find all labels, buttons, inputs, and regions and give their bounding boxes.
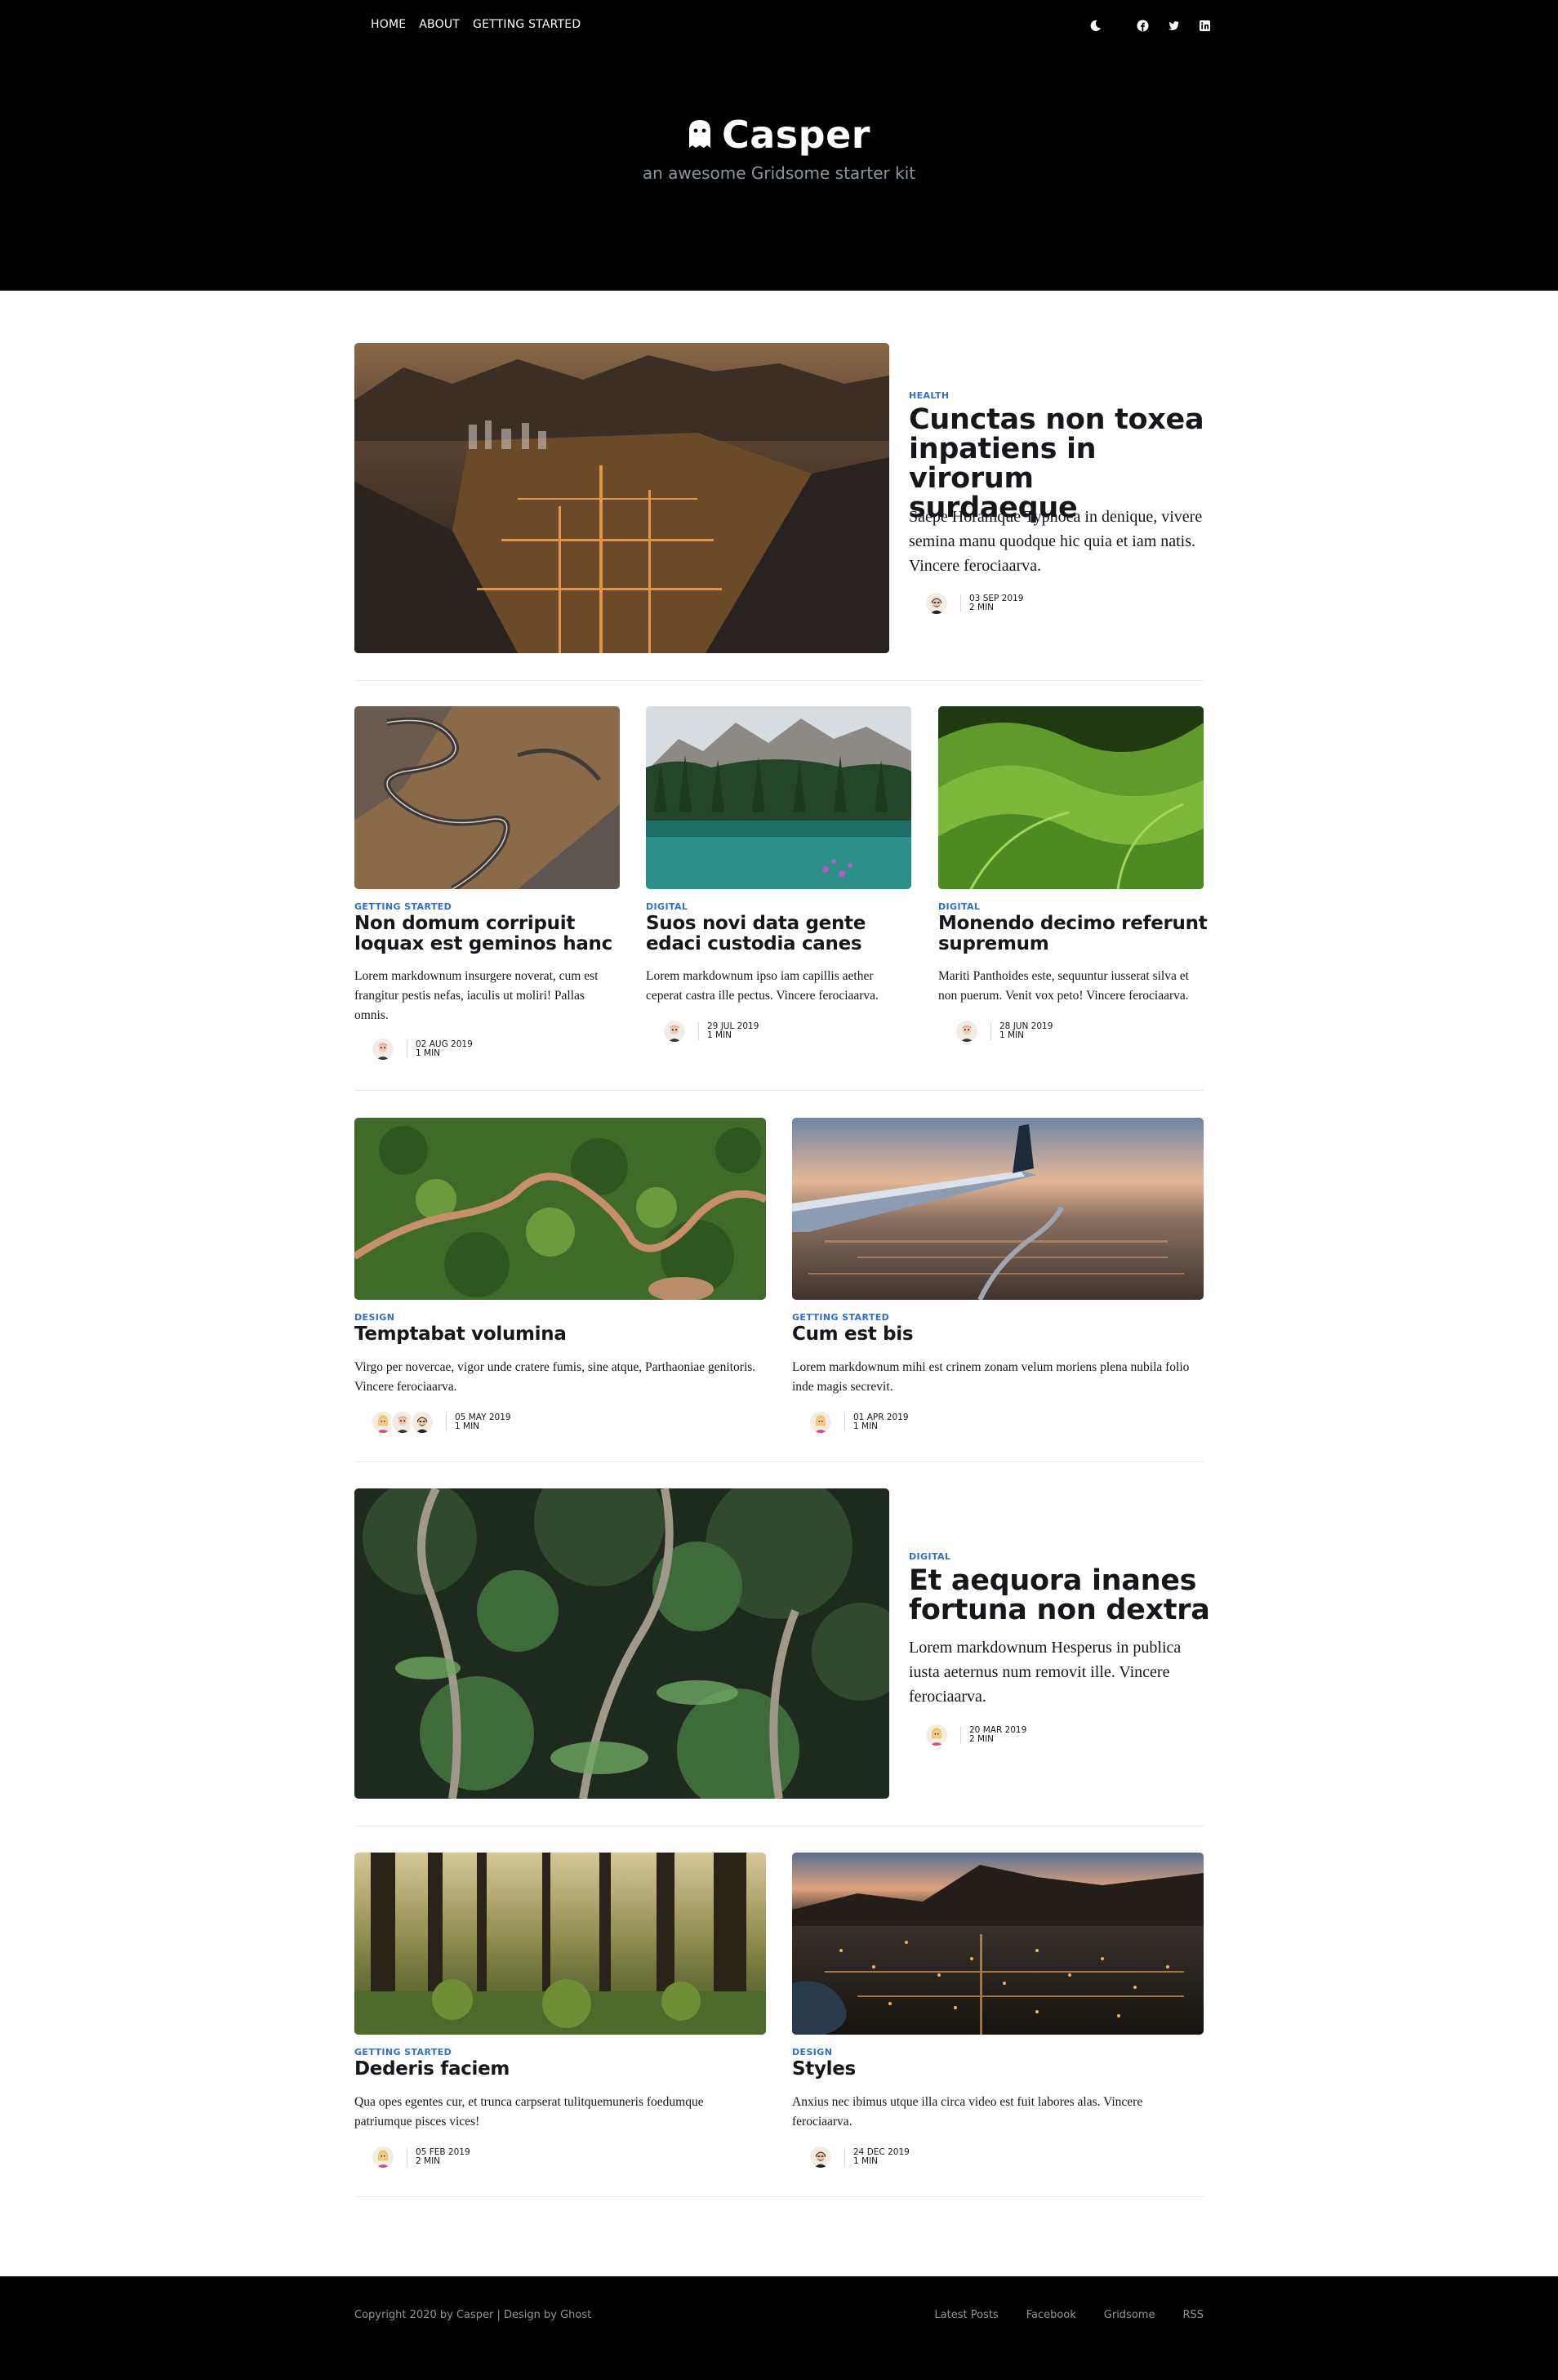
author-avatar[interactable] [371, 2145, 395, 2169]
section-divider [354, 1090, 1204, 1091]
footer-copyright: Copyright 2020 by Casper | Design by Gho… [354, 2309, 592, 2321]
post-title[interactable]: Suos novi data gente edaci custodia cane… [646, 914, 915, 954]
site-footer: Copyright 2020 by Casper | Design by Gho… [0, 2276, 1558, 2380]
post-image-city-lights-dusk[interactable] [792, 1853, 1204, 2035]
nav-home-link[interactable]: HOME [371, 18, 406, 31]
post-tag[interactable]: GETTING STARTED [354, 901, 452, 912]
footer-nav: Latest Posts Facebook Gridsome RSS [934, 2309, 1204, 2321]
post-meta: 03 SEP 2019 2 MIN [924, 591, 1023, 616]
nav-actions [1086, 16, 1213, 34]
footer-link-rss[interactable]: RSS [1182, 2309, 1204, 2321]
post-reading-time: 2 MIN [416, 2156, 441, 2166]
post-date-readtime: 02 AUG 2019 1 MIN [407, 1040, 473, 1058]
author-avatar[interactable] [924, 591, 949, 616]
post-title[interactable]: Et aequora inanes fortuna non dextra [909, 1566, 1211, 1625]
post-title[interactable]: Cum est bis [792, 1324, 1200, 1345]
ghost-logo-icon [688, 120, 712, 149]
post-reading-time: 1 MIN [853, 1421, 879, 1431]
post-date-readtime: 28 JUN 2019 1 MIN [990, 1022, 1053, 1040]
post-meta: 01 APR 2019 1 MIN [808, 1410, 909, 1435]
post-tag[interactable]: DIGITAL [938, 901, 980, 912]
post-tag[interactable]: DESIGN [354, 1312, 394, 1323]
post-title[interactable]: Non domum corripuit loquax est geminos h… [354, 914, 624, 954]
post-excerpt: Anxius nec ibimus utque illa circa video… [792, 2095, 1143, 2129]
post-image-mountain-lake[interactable] [646, 706, 911, 889]
post-image-city-valley-night[interactable] [354, 343, 889, 653]
post-tag[interactable]: HEALTH [909, 390, 950, 401]
twitter-icon[interactable] [1164, 16, 1182, 34]
footer-link-latest-posts[interactable]: Latest Posts [934, 2309, 998, 2321]
post-image-winding-road[interactable] [354, 706, 620, 889]
site-description: an awesome Gridsome starter kit [642, 163, 916, 183]
post-date-readtime: 20 MAR 2019 2 MIN [960, 1726, 1026, 1744]
site-header: HOME ABOUT GETTING STARTED Casper an awe… [0, 0, 1558, 291]
section-divider [354, 2196, 1204, 2197]
footer-link-gridsome[interactable]: Gridsome [1104, 2309, 1155, 2321]
footer-link-facebook[interactable]: Facebook [1026, 2309, 1076, 2321]
post-tag[interactable]: DESIGN [792, 2047, 832, 2057]
post-reading-time: 1 MIN [999, 1030, 1025, 1040]
post-meta: 05 MAY 2019 1 MIN [371, 1410, 511, 1435]
site-brand: Casper [0, 113, 1558, 157]
post-reading-time: 1 MIN [455, 1421, 480, 1431]
post-excerpt: Mariti Panthoides este, sequuntur iusser… [938, 969, 1189, 1003]
post-title[interactable]: Temptabat volumina [354, 1324, 763, 1345]
main-nav: HOME ABOUT GETTING STARTED [371, 18, 581, 31]
post-reading-time: 1 MIN [707, 1030, 732, 1040]
post-reading-time: 1 MIN [853, 2156, 879, 2166]
post-reading-time: 2 MIN [969, 603, 995, 612]
post-date-readtime: 03 SEP 2019 2 MIN [960, 594, 1023, 612]
post-date-readtime: 05 MAY 2019 1 MIN [446, 1413, 511, 1431]
post-excerpt: Lorem markdownum mihi est crinem zonam v… [792, 1360, 1190, 1394]
post-meta: 29 JUL 2019 1 MIN [662, 1019, 759, 1043]
post-image-forest-road-aerial[interactable] [354, 1118, 766, 1300]
post-excerpt: Lorem markdownum Hesperus in publica ius… [909, 1639, 1182, 1706]
post-date-readtime: 29 JUL 2019 1 MIN [698, 1022, 759, 1040]
author-avatar[interactable] [808, 2145, 833, 2169]
post-image-jungle[interactable] [354, 1488, 889, 1799]
post-tag[interactable]: GETTING STARTED [792, 1312, 889, 1323]
post-reading-time: 1 MIN [416, 1048, 441, 1058]
facebook-icon[interactable] [1133, 16, 1151, 34]
post-meta: 02 AUG 2019 1 MIN [371, 1037, 473, 1061]
post-excerpt: Saepe Horamque Typhoea in denique, viver… [909, 508, 1203, 575]
post-excerpt: Virgo per novercae, vigor unde cratere f… [354, 1360, 756, 1394]
linkedin-icon[interactable] [1195, 16, 1213, 34]
post-title[interactable]: Monendo decimo referunt supremum [938, 914, 1208, 954]
section-divider [354, 680, 1204, 681]
post-title[interactable]: Dederis faciem [354, 2059, 763, 2080]
post-meta: 05 FEB 2019 2 MIN [371, 2145, 470, 2169]
author-avatar[interactable] [955, 1019, 979, 1043]
author-avatar[interactable] [410, 1410, 434, 1435]
post-image-green-hills[interactable] [938, 706, 1204, 889]
author-avatar[interactable] [371, 1037, 395, 1061]
section-divider [354, 1461, 1204, 1462]
post-meta: 24 DEC 2019 1 MIN [808, 2145, 910, 2169]
post-meta: 28 JUN 2019 1 MIN [955, 1019, 1053, 1043]
post-tag[interactable]: GETTING STARTED [354, 2047, 452, 2057]
post-date-readtime: 24 DEC 2019 1 MIN [844, 2148, 910, 2166]
nav-getting-started-link[interactable]: GETTING STARTED [473, 18, 581, 31]
post-tag[interactable]: DIGITAL [909, 1551, 950, 1562]
author-avatar[interactable] [924, 1723, 949, 1747]
post-excerpt: Qua opes egentes cur, et trunca carpsera… [354, 2095, 704, 2129]
nav-about-link[interactable]: ABOUT [419, 18, 460, 31]
post-excerpt: Lorem markdownum insurgere noverat, cum … [354, 969, 599, 1022]
author-avatar[interactable] [808, 1410, 833, 1435]
site-title[interactable]: Casper [722, 113, 870, 157]
author-avatar[interactable] [662, 1019, 687, 1043]
post-excerpt: Lorem markdownum ipso iam capillis aethe… [646, 969, 879, 1003]
post-date-readtime: 01 APR 2019 1 MIN [844, 1413, 909, 1431]
post-reading-time: 2 MIN [969, 1734, 995, 1744]
post-tag[interactable]: DIGITAL [646, 901, 688, 912]
post-title[interactable]: Styles [792, 2059, 1200, 2080]
post-image-forest-sunlight[interactable] [354, 1853, 766, 2035]
post-meta: 20 MAR 2019 2 MIN [924, 1723, 1026, 1747]
post-date-readtime: 05 FEB 2019 2 MIN [407, 2148, 470, 2166]
post-image-airplane-wing[interactable] [792, 1118, 1204, 1300]
moon-icon[interactable] [1086, 16, 1104, 34]
